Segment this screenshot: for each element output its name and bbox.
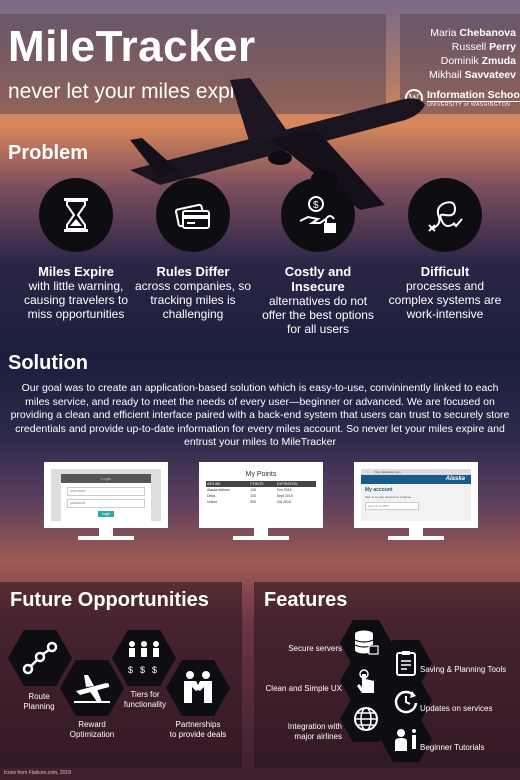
features-heading: Features <box>264 589 348 611</box>
tangled-path-icon <box>428 201 463 232</box>
problem-item-rules-differ: Rules Differ across companies, so tracki… <box>133 178 253 321</box>
author-2: Russell Perry <box>451 41 516 53</box>
people-money-icon: $ $ $ <box>128 641 159 675</box>
svg-text:$: $ <box>313 200 319 211</box>
feature-label-secure: Secure servers <box>288 644 342 653</box>
database-lock-icon <box>354 630 379 655</box>
problem-heading: Problem <box>8 142 89 164</box>
hourglass-icon <box>64 198 88 232</box>
feature-label-integration: Integration with major airlines <box>287 722 342 741</box>
login-screen-mockup: Login username password Login <box>44 462 168 544</box>
future-label-partnerships: Partnerships to provide deals <box>169 720 227 739</box>
handshake-icon <box>184 671 212 703</box>
problem-title: Rules Differ <box>156 264 230 279</box>
feature-label-ux: Clean and Simple UX <box>265 684 342 693</box>
authors-list: Maria Chebanova Russell Perry Dominik Zm… <box>429 26 516 82</box>
username-field: username <box>67 487 145 496</box>
svg-text:$: $ <box>140 665 145 675</box>
info-person-icon <box>395 729 416 751</box>
problem-desc: with little warning, causing travelers t… <box>23 279 129 321</box>
credit-cards-icon <box>174 203 210 229</box>
problem-item-difficult: Difficult processes and complex systems … <box>385 178 505 321</box>
password-field: password <box>67 499 145 508</box>
school-name: Information School <box>427 89 520 102</box>
feature-label-updates: Updates on services <box>420 704 493 713</box>
login-header: Login <box>61 474 151 483</box>
author-4: Mikhail Savvateev <box>429 69 516 81</box>
icon-credit: Icons from Flaticon.com, 2018 <box>4 770 71 776</box>
problem-desc: processes and complex systems are work-i… <box>388 279 502 321</box>
points-title: My Points <box>245 471 277 478</box>
globe-icon <box>354 707 378 731</box>
alaska-brand: Alaska <box>361 475 471 484</box>
feature-label-tutorials: Beginner Tutorials <box>420 743 485 752</box>
points-screen-mockup: My Points AIRLINE POINTS EXPIRATION Alas… <box>199 462 323 544</box>
points-table: AIRLINE POINTS EXPIRATION Alaska Airline… <box>206 481 316 505</box>
signin-text: Sign in to your account to continue. <box>365 495 412 499</box>
clipboard-icon <box>396 651 416 676</box>
svg-text:$: $ <box>152 665 157 675</box>
alaska-screen-mockup: http://alaskaair.com Alaska My account S… <box>354 462 478 544</box>
money-lock-icon: $ <box>299 196 336 233</box>
my-account-title: My account <box>365 487 393 493</box>
future-label-tiers: Tiers for functionality <box>123 690 167 709</box>
problem-title: Miles Expire <box>38 264 114 279</box>
future-label-reward: Reward Optimization <box>69 720 115 739</box>
feature-label-saving: Saving & Planning Tools <box>420 665 507 674</box>
author-1: Maria Chebanova <box>430 27 516 39</box>
author-3: Dominik Zmuda <box>440 55 516 67</box>
table-row: United 500 Oct 2018 <box>207 500 291 504</box>
route-nodes-icon <box>22 641 58 675</box>
problem-item-costly-insecure: $ Costly and Insecure alternatives do no… <box>258 178 378 336</box>
refresh-clock-icon <box>394 690 418 714</box>
problem-title: Costly and Insecure <box>284 264 352 294</box>
airplane-icon <box>74 675 110 703</box>
solution-text: Our goal was to create an application-ba… <box>10 382 510 449</box>
svg-text:$: $ <box>128 665 133 675</box>
problem-item-miles-expire: Miles Expire with little warning, causin… <box>16 178 136 321</box>
problem-title: Difficult <box>420 264 470 279</box>
problem-desc: alternatives do not offer the best optio… <box>262 294 374 336</box>
future-label-route: Route Planning <box>23 692 55 711</box>
future-heading: Future Opportunities <box>10 589 209 611</box>
login-button: Login <box>98 511 114 517</box>
user-id-field: User ID or MP# <box>365 502 419 510</box>
touch-hand-icon <box>357 669 374 693</box>
problem-desc: across companies, so tracking miles is c… <box>134 279 252 321</box>
solution-heading: Solution <box>8 352 88 374</box>
